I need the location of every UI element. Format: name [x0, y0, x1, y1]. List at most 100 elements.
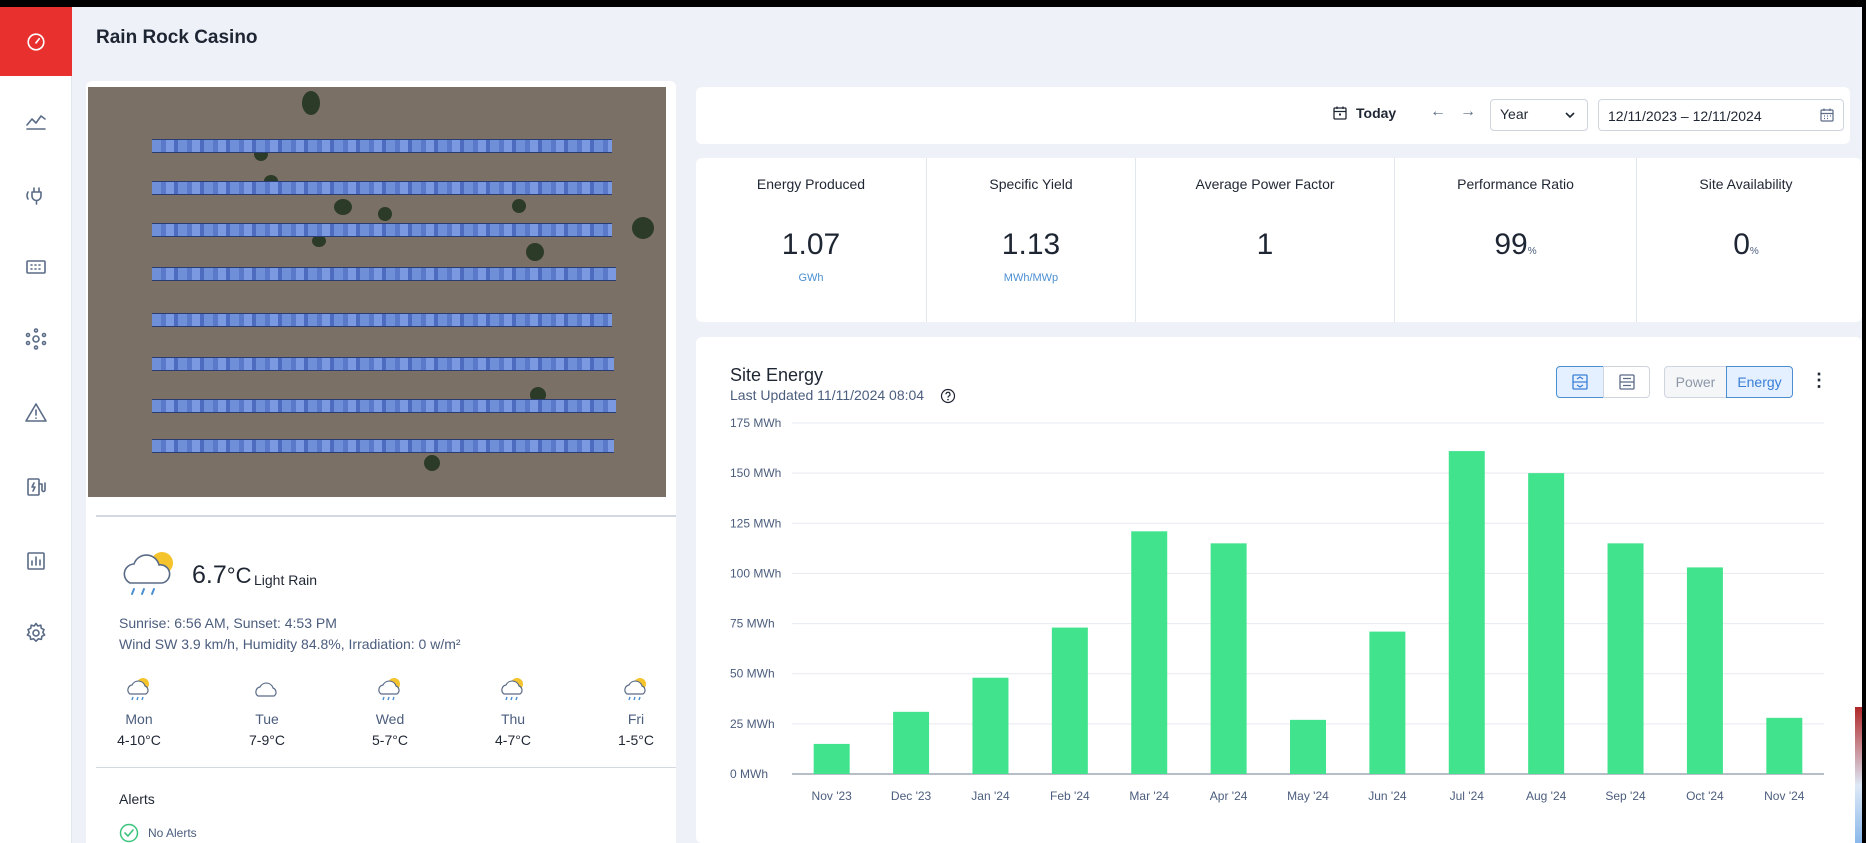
forecast-day-name: Thu: [500, 711, 526, 727]
x-tick-label: Aug '24: [1526, 789, 1567, 803]
kpi-value: 1.07: [781, 228, 841, 261]
bar: [1448, 451, 1485, 774]
kpi-label: Average Power Factor: [1195, 176, 1335, 192]
kpi-value: 1: [1256, 228, 1274, 261]
alerts-heading: Alerts: [119, 791, 155, 807]
x-tick-label: Feb '24: [1050, 789, 1090, 803]
x-tick-label: Jun '24: [1368, 789, 1407, 803]
sun-rain-icon: [350, 675, 430, 703]
sun-rain-icon: [596, 675, 676, 703]
kpi-card: Energy Produced 1.07 GWh Specific Yield …: [696, 158, 1862, 322]
today-label: Today: [1356, 105, 1397, 121]
bar: [1766, 717, 1803, 774]
kpi-energy-produced: Energy Produced 1.07 GWh: [696, 158, 926, 322]
gear-icon: [26, 622, 46, 642]
sidebar-item-charging[interactable]: [0, 459, 72, 515]
sidebar-item-alerts[interactable]: [0, 385, 72, 441]
cloud-icon: [227, 675, 307, 703]
desktop-edge: [1855, 707, 1862, 843]
sidebar-item-settings[interactable]: [0, 605, 72, 661]
kpi-site-availability: Site Availability 0%: [1637, 158, 1855, 322]
forecast-temp-range: 1-5°C: [618, 732, 654, 748]
date-range-value: 12/11/2023 – 12/11/2024: [1608, 108, 1762, 124]
next-period-button[interactable]: →: [1460, 103, 1476, 121]
section-divider: [96, 767, 676, 768]
sidebar: [0, 7, 72, 843]
forecast-day: Thu 4-7°C: [473, 675, 553, 748]
x-tick-label: Nov '24: [1764, 789, 1805, 803]
sidebar-item-reports[interactable]: [0, 533, 72, 589]
x-tick-label: Apr '24: [1210, 789, 1248, 803]
bar: [1369, 631, 1406, 774]
sun-rain-icon: [99, 675, 179, 703]
forecast-day-name: Fri: [627, 711, 645, 727]
forecast-day-name: Tue: [255, 711, 279, 727]
y-tick-label: 175 MWh: [730, 416, 781, 430]
current-temperature: 6.7°C: [192, 561, 252, 589]
date-range-input[interactable]: 12/11/2023 – 12/11/2024: [1598, 99, 1844, 131]
forecast-temp-range: 5-7°C: [372, 732, 408, 748]
sidebar-item-dashboard[interactable]: [0, 7, 72, 76]
kpi-unit: GWh: [798, 272, 824, 284]
forecast-temp-range: 4-7°C: [495, 732, 531, 748]
app-frame: Rain Rock Casino 6.7°C Light Rain Sunris: [0, 7, 1862, 843]
page-title: Rain Rock Casino: [96, 27, 258, 48]
forecast-day: Tue 7-9°C: [227, 675, 307, 748]
bar: [1131, 531, 1168, 774]
weather-condition: Light Rain: [254, 572, 318, 588]
bar: [813, 743, 850, 774]
today-button[interactable]: Today: [1332, 105, 1396, 121]
forecast-day-name: Wed: [375, 711, 405, 727]
site-energy-chart: 0 MWh 25 MWh 50 MWh 75 MWh 100 MWh 125 MWh 150…: [730, 416, 1824, 803]
bar: [893, 711, 930, 774]
sidebar-item-network[interactable]: [0, 311, 72, 367]
no-alerts-text: No Alerts: [148, 826, 197, 840]
date-toolbar: Today ← → Year 12/11/2023 – 12/11/2024: [696, 87, 1850, 144]
kpi-average-power-factor: Average Power Factor 1: [1136, 158, 1394, 322]
x-tick-label: Sep '24: [1605, 789, 1646, 803]
kpi-value: 0%: [1733, 228, 1759, 261]
sunrise-sunset: Sunrise: 6:56 AM, Sunset: 4:53 PM: [119, 615, 337, 631]
previous-period-button[interactable]: ←: [1430, 103, 1446, 121]
sidebar-item-devices[interactable]: [0, 167, 72, 223]
bar: [1528, 473, 1565, 774]
panel-grid-icon: [26, 260, 46, 274]
forecast-day: Fri 1-5°C: [596, 675, 676, 748]
chevron-down-icon: [1565, 112, 1575, 119]
period-select[interactable]: Year: [1490, 99, 1588, 131]
y-tick-label: 50 MWh: [730, 667, 775, 681]
forecast-day-name: Mon: [125, 711, 153, 727]
temperature-unit: °C: [226, 563, 252, 588]
y-tick-label: 150 MWh: [730, 466, 781, 480]
sun-rain-icon: [473, 675, 553, 703]
x-tick-label: Mar '24: [1129, 789, 1169, 803]
weather-details: Wind SW 3.9 km/h, Humidity 84.8%, Irradi…: [119, 636, 461, 652]
bar: [1686, 567, 1723, 774]
sidebar-item-trends[interactable]: [0, 93, 72, 149]
sidebar-item-panels[interactable]: [0, 239, 72, 295]
site-satellite-image: [88, 87, 666, 497]
section-divider: [96, 515, 676, 517]
kpi-label: Site Availability: [1699, 176, 1793, 192]
x-tick-label: Oct '24: [1686, 789, 1724, 803]
site-energy-card: Site Energy Last Updated 11/11/2024 08:0…: [696, 337, 1862, 843]
kpi-value: 1.13: [1001, 228, 1061, 261]
x-tick-label: May '24: [1287, 789, 1329, 803]
x-tick-label: Dec '23: [891, 789, 932, 803]
forecast-temp-range: 4-10°C: [117, 732, 161, 748]
y-tick-label: 0 MWh: [730, 767, 768, 781]
bar: [1607, 543, 1644, 774]
dashboard-icon: [27, 32, 45, 51]
check-circle-icon: [119, 823, 139, 843]
kpi-label: Energy Produced: [756, 176, 866, 192]
forecast-temp-range: 7-9°C: [249, 732, 285, 748]
bar: [1051, 627, 1088, 774]
y-tick-label: 75 MWh: [730, 617, 775, 631]
bar: [1210, 543, 1247, 774]
kpi-value: 99%: [1494, 228, 1537, 261]
kpi-label: Specific Yield: [989, 176, 1073, 192]
charger-icon: [27, 478, 46, 496]
calendar-icon: [1333, 106, 1347, 120]
network-icon: [25, 328, 47, 350]
forecast-day: Wed 5-7°C: [350, 675, 430, 748]
